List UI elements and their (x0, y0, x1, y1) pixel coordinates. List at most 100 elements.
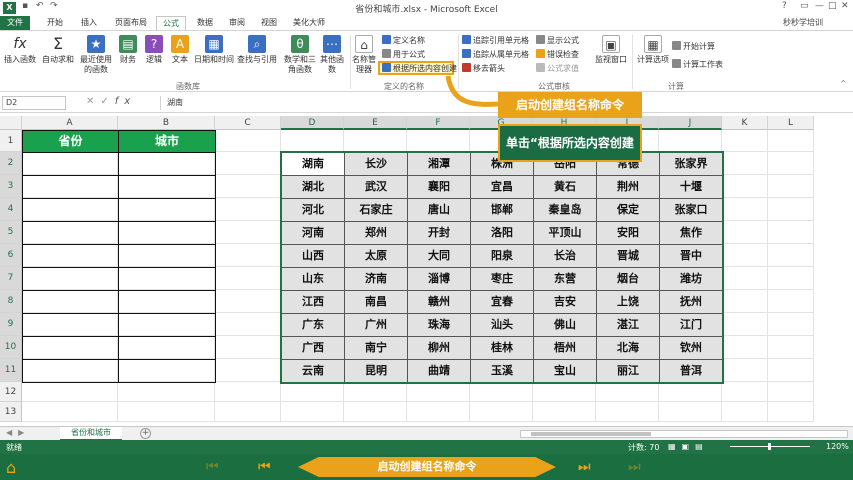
table-cell-empty[interactable] (22, 198, 119, 222)
row-header-3[interactable]: 3 (0, 175, 22, 198)
grid-cell[interactable] (722, 290, 768, 313)
table-cell-empty[interactable] (22, 313, 119, 337)
fx-icon[interactable]: fx (115, 96, 136, 107)
column-header-j[interactable]: J (659, 116, 722, 130)
worksheet-grid[interactable]: A B C D E F G H I J K L 1 2 3 4 5 6 7 8 9 10 11 12 13 省份 城市 湖南 长沙 湘潭株… (0, 116, 853, 426)
column-header-c[interactable]: C (215, 116, 281, 130)
table-cell-empty[interactable] (118, 359, 216, 383)
use-in-formula-button[interactable]: 用于公式 (382, 49, 425, 60)
grid-cell[interactable] (659, 382, 722, 402)
recent-functions-button[interactable]: ★ 最近使用的函数 (78, 35, 114, 75)
define-name-button[interactable]: 定义名称 (382, 35, 425, 46)
grid-cell[interactable] (722, 175, 768, 198)
insert-function-button[interactable]: fx 插入函数 (2, 35, 38, 65)
grid-cell[interactable] (215, 382, 281, 402)
column-header-b[interactable]: B (118, 116, 215, 130)
first-icon[interactable]: ⏮ (206, 459, 219, 475)
grid-cell[interactable] (768, 244, 814, 267)
autosum-button[interactable]: Σ 自动求和 (40, 35, 76, 65)
column-header-d[interactable]: D (281, 116, 344, 130)
grid-cell[interactable] (22, 382, 118, 402)
row-header-12[interactable]: 12 (0, 382, 22, 402)
table-cell-empty[interactable] (118, 267, 216, 291)
tab-file[interactable]: 文件 (0, 16, 30, 30)
row-header-8[interactable]: 8 (0, 290, 22, 313)
grid-cell[interactable] (659, 402, 722, 422)
grid-cell[interactable] (344, 130, 407, 152)
grid-cell[interactable] (722, 198, 768, 221)
grid-cell[interactable] (659, 130, 722, 152)
grid-cell[interactable] (281, 130, 344, 152)
create-from-selection-button[interactable]: 根据所选内容创建 (382, 63, 457, 74)
tab-view[interactable]: 视图 (254, 16, 284, 30)
tab-insert[interactable]: 插入 (74, 16, 104, 30)
grid-cell[interactable] (344, 382, 407, 402)
tab-page-layout[interactable]: 页面布局 (108, 16, 154, 30)
grid-cell[interactable] (722, 152, 768, 175)
zoom-slider[interactable] (730, 443, 810, 450)
grid-cell[interactable] (768, 130, 814, 152)
show-formulas-button[interactable]: 显示公式 (536, 35, 579, 46)
row-header-6[interactable]: 6 (0, 244, 22, 267)
grid-cell[interactable] (722, 244, 768, 267)
table-cell-empty[interactable] (118, 290, 216, 314)
grid-cell[interactable] (215, 290, 281, 313)
row-header-9[interactable]: 9 (0, 313, 22, 336)
zoom-level[interactable]: 120% (826, 442, 849, 451)
table-cell-empty[interactable] (22, 336, 119, 360)
datetime-button[interactable]: ▦ 日期和时间 (194, 35, 234, 65)
grid-cell[interactable] (722, 402, 768, 422)
sheet-nav-icons[interactable]: ◀▶ (6, 428, 30, 437)
row-header-11[interactable]: 11 (0, 359, 22, 382)
grid-cell[interactable] (215, 221, 281, 244)
row-header-2[interactable]: 2 (0, 152, 22, 175)
grid-cell[interactable] (533, 402, 596, 422)
grid-cell[interactable] (768, 402, 814, 422)
grid-cell[interactable] (215, 244, 281, 267)
calc-options-button[interactable]: ▦ 计算选项 (636, 35, 670, 65)
grid-cell[interactable] (768, 336, 814, 359)
logical-button[interactable]: ? 逻辑 (142, 35, 166, 65)
lookup-button[interactable]: ⌕ 查找与引用 (236, 35, 278, 65)
text-button[interactable]: A 文本 (168, 35, 192, 65)
grid-cell[interactable] (722, 359, 768, 382)
watch-window-button[interactable]: ▣ 监视窗口 (594, 35, 628, 65)
column-header-f[interactable]: F (407, 116, 470, 130)
select-all-corner[interactable] (0, 116, 22, 130)
grid-cell[interactable] (768, 152, 814, 175)
table-cell-empty[interactable] (22, 290, 119, 314)
table-cell-empty[interactable] (22, 175, 119, 199)
grid-cell[interactable] (768, 221, 814, 244)
last-icon[interactable]: ⏭ (628, 459, 641, 475)
grid-cell[interactable] (215, 198, 281, 221)
tab-review[interactable]: 审阅 (222, 16, 252, 30)
cancel-icon[interactable]: ✕ (86, 96, 100, 107)
table-cell-empty[interactable] (118, 198, 216, 222)
table-cell-empty[interactable] (118, 152, 216, 176)
tab-data[interactable]: 数据 (190, 16, 220, 30)
home-icon[interactable]: ⌂ (6, 458, 16, 477)
grid-cell[interactable] (118, 402, 215, 422)
grid-cell[interactable] (768, 313, 814, 336)
grid-cell[interactable] (118, 382, 215, 402)
grid-cell[interactable] (215, 152, 281, 175)
grid-cell[interactable] (281, 382, 344, 402)
table-cell-empty[interactable] (118, 175, 216, 199)
grid-cell[interactable] (215, 130, 281, 152)
name-box[interactable]: D2 (2, 96, 66, 110)
grid-cell[interactable] (215, 336, 281, 359)
maximize-icon[interactable]: □ (828, 1, 837, 11)
grid-cell[interactable] (407, 130, 470, 152)
check-icon[interactable]: ✓ (100, 96, 114, 107)
grid-cell[interactable] (768, 267, 814, 290)
trace-precedents-button[interactable]: 追踪引用单元格 (462, 35, 529, 46)
row-header-10[interactable]: 10 (0, 336, 22, 359)
grid-cell[interactable] (407, 382, 470, 402)
user-name[interactable]: 秒秒学培训 (783, 17, 823, 28)
grid-cell[interactable] (344, 402, 407, 422)
column-header-e[interactable]: E (344, 116, 407, 130)
grid-cell[interactable] (215, 175, 281, 198)
add-sheet-icon[interactable]: + (140, 428, 151, 439)
collapse-ribbon-icon[interactable]: ^ (840, 79, 847, 88)
financial-button[interactable]: ▤ 财务 (116, 35, 140, 65)
